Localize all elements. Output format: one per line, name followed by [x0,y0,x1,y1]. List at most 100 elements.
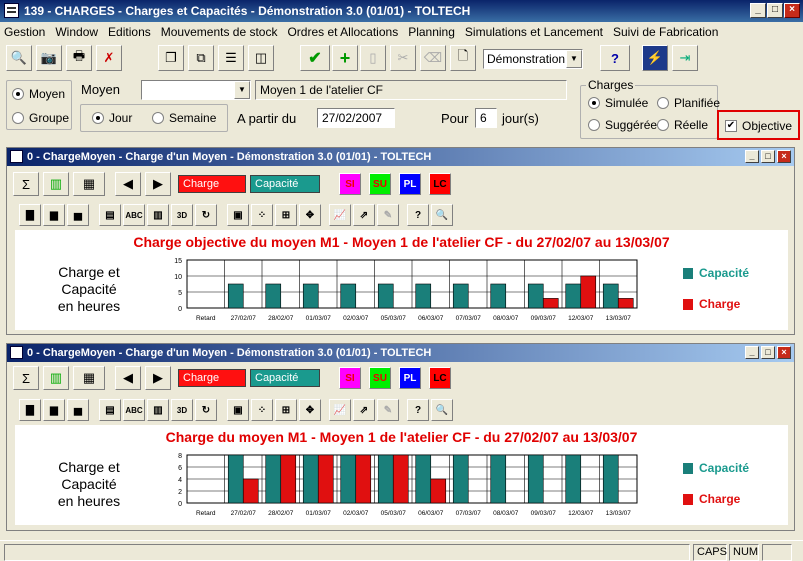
move-icon[interactable]: ✥ [299,204,321,226]
menu-window[interactable]: Window [55,25,98,39]
menu-mouvements[interactable]: Mouvements de stock [161,25,278,39]
arrow-right-icon[interactable]: ▶ [145,366,171,390]
lines-icon[interactable]: ▥ [147,399,169,421]
lines-icon[interactable]: ▥ [147,204,169,226]
su-button[interactable]: SU [369,173,391,195]
menu-editions[interactable]: Editions [108,25,151,39]
lc-button[interactable]: LC [429,173,451,195]
radio-moyen[interactable]: Moyen [12,87,65,101]
minimize-button[interactable]: _ [745,150,759,163]
menu-gestion[interactable]: Gestion [4,25,45,39]
export-icon[interactable]: ⇗ [353,204,375,226]
radio-semaine[interactable]: Semaine [152,111,216,125]
copy-doc-icon[interactable]: ❐ [158,45,184,71]
charge-color-box[interactable]: Charge [178,369,246,387]
radio-simulee[interactable]: Simulée [588,96,648,110]
demo-select[interactable]: Démonstration 3 ▼ [483,49,583,69]
capacite-color-box[interactable]: Capacité [250,369,320,387]
bar3d-chart-icon[interactable]: ▆ [43,204,65,226]
abc-icon[interactable]: ABC [123,399,145,421]
maximize-button[interactable]: □ [761,150,775,163]
maximize-button[interactable]: □ [761,346,775,359]
cascade-icon[interactable]: ⧉ [188,45,214,71]
frame-icon[interactable]: ▣ [227,399,249,421]
menu-simulations[interactable]: Simulations et Lancement [465,25,603,39]
app-icon[interactable] [4,3,19,18]
capacite-color-box[interactable]: Capacité [250,175,320,193]
window-icon[interactable] [10,346,23,359]
new-doc-icon[interactable]: 🗋 [450,45,476,71]
radio-planifiee[interactable]: Planifiée [657,96,720,110]
axes-icon[interactable]: ⊞ [275,204,297,226]
pl-button[interactable]: PL [399,367,421,389]
bar3d-chart-icon[interactable]: ▆ [43,399,65,421]
bar-chart-icon[interactable]: ▇ [19,204,41,226]
chevron-down-icon[interactable]: ▼ [566,50,582,68]
table-icon[interactable]: ▤ [99,399,121,421]
zoom-icon[interactable]: 🔍 [431,399,453,421]
zoom-icon[interactable]: 🔍 [431,204,453,226]
grid-icon[interactable]: ▦ [73,172,105,196]
pencil-icon[interactable]: ✎ [377,204,399,226]
radio-reelle[interactable]: Réelle [657,118,708,132]
frame-icon[interactable]: ▣ [227,204,249,226]
tile-vertical-icon[interactable]: ◫ [248,45,274,71]
printer-icon[interactable]: 🖶 [66,45,92,71]
arrow-left-icon[interactable]: ◀ [115,172,141,196]
ok-check-icon[interactable]: ✔ [300,45,330,71]
moyen-select[interactable]: ▼ [141,80,251,100]
rotate-text-icon[interactable]: ↻ [195,204,217,226]
database-icon[interactable]: ▥ [43,172,69,196]
sum-icon[interactable]: Σ [13,366,39,390]
radio-groupe[interactable]: Groupe [12,111,69,125]
checkbox-objective[interactable]: ✔ Objective [725,119,792,133]
tile-horizontal-icon[interactable]: ☰ [218,45,244,71]
charge-color-box[interactable]: Charge [178,175,246,193]
cut-icon[interactable]: ✂ [390,45,416,71]
pencil-icon[interactable]: ✎ [377,399,399,421]
delete-doc-icon[interactable]: ✗ [96,45,122,71]
bar-chart-icon[interactable]: ▇ [19,399,41,421]
close-button[interactable]: × [784,3,800,18]
arrow-right-icon[interactable]: ▶ [145,172,171,196]
menu-suivi[interactable]: Suivi de Fabrication [613,25,718,39]
stacked-bar-icon[interactable]: ▅ [67,204,89,226]
maximize-button[interactable]: □ [767,3,783,18]
lc-button[interactable]: LC [429,367,451,389]
grid-icon[interactable]: ▦ [73,366,105,390]
database-icon[interactable]: ▥ [43,366,69,390]
help-icon[interactable]: ? [600,45,630,71]
date-input[interactable]: 27/02/2007 [317,108,395,128]
move-icon[interactable]: ✥ [299,399,321,421]
export-icon[interactable]: ⇗ [353,399,375,421]
help-icon[interactable]: ? [407,204,429,226]
3d-icon[interactable]: 3D [171,204,193,226]
camera-icon[interactable]: 📷 [36,45,62,71]
si-button[interactable]: SI [339,173,361,195]
table-icon[interactable]: ▤ [99,204,121,226]
blank-doc-icon[interactable]: ▯ [360,45,386,71]
sum-icon[interactable]: Σ [13,172,39,196]
radio-suggeree[interactable]: Suggérée [588,118,657,132]
rotate-text-icon[interactable]: ↻ [195,399,217,421]
radio-jour[interactable]: Jour [92,111,132,125]
eraser-icon[interactable]: ⌫ [420,45,446,71]
3d-icon[interactable]: 3D [171,399,193,421]
chart-line-icon[interactable]: 📈 [329,204,351,226]
exit-icon[interactable]: ⇥ [672,45,698,71]
wand-icon[interactable]: ⚡ [642,45,668,71]
pl-button[interactable]: PL [399,173,421,195]
help-icon[interactable]: ? [407,399,429,421]
add-icon[interactable]: + [332,45,358,71]
si-button[interactable]: SI [339,367,361,389]
close-button[interactable]: × [777,150,791,163]
menu-planning[interactable]: Planning [408,25,455,39]
stacked-bar-icon[interactable]: ▅ [67,399,89,421]
close-button[interactable]: × [777,346,791,359]
minimize-button[interactable]: _ [750,3,766,18]
search-icon[interactable]: 🔍 [6,45,32,71]
menu-ordres[interactable]: Ordres et Allocations [287,25,398,39]
window-icon[interactable] [10,150,23,163]
arrow-left-icon[interactable]: ◀ [115,366,141,390]
days-input[interactable]: 6 [475,108,497,128]
